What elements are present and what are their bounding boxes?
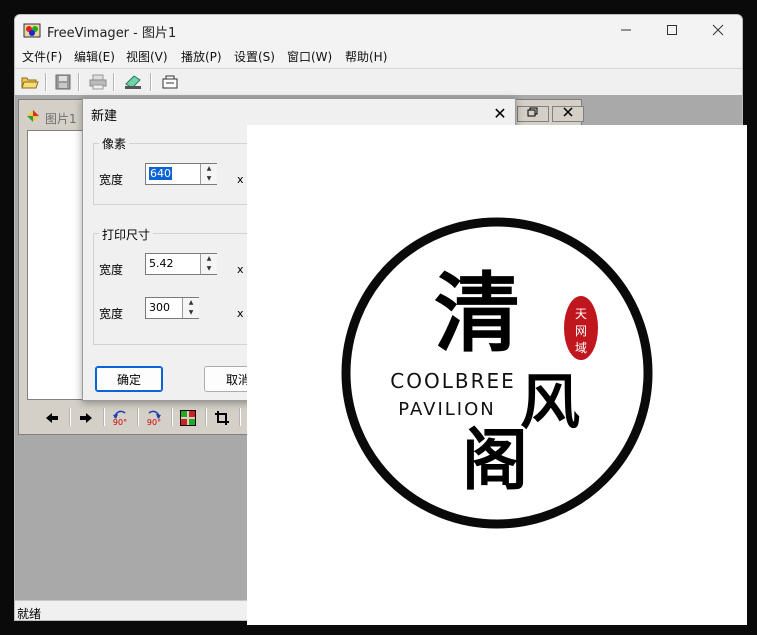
times-sign: x (237, 263, 244, 276)
spin-up-icon[interactable]: ▲ (183, 298, 199, 308)
logo-circle: 清 风 阁 COOLBREE PAVILION 天 网 域 (341, 217, 653, 529)
close-button[interactable] (695, 15, 741, 45)
overlay-logo-image: 清 风 阁 COOLBREE PAVILION 天 网 域 (247, 125, 747, 625)
child-restore-button[interactable] (517, 106, 549, 122)
toolbar-separator (171, 408, 173, 426)
previous-arrow-icon[interactable] (41, 407, 63, 429)
menu-bar: 文件(F) 编辑(E) 视图(V) 播放(P) 设置(S) 窗口(W) 帮助(H… (15, 45, 742, 67)
crop-icon[interactable] (211, 407, 233, 429)
logo-text-line1: COOLBREE (390, 369, 515, 393)
print-width-label: 宽度 (99, 263, 124, 277)
print-width-input[interactable]: 5.42 (149, 257, 174, 270)
minimize-button[interactable] (603, 15, 649, 45)
dialog-close-icon[interactable]: ✕ (488, 101, 512, 125)
image-toolbar: 90° 90° (27, 404, 267, 432)
print-width-spin-buttons[interactable]: ▲ ▼ (200, 254, 217, 274)
restore-icon (527, 107, 538, 117)
toolbar-separator (113, 73, 115, 91)
print-width-spinner[interactable]: 5.42 ▲ ▼ (145, 253, 217, 275)
spin-down-icon[interactable]: ▼ (183, 308, 199, 318)
spin-down-icon[interactable]: ▼ (201, 264, 217, 274)
dpi-spin-buttons[interactable]: ▲ ▼ (182, 298, 199, 318)
image-doc-icon (25, 108, 41, 124)
maximize-button[interactable] (649, 15, 695, 45)
menu-settings[interactable]: 设置(S) (234, 48, 275, 65)
logo-text-line2: PAVILION (398, 399, 495, 420)
scan-icon[interactable] (123, 72, 143, 92)
toolbar-separator (103, 408, 105, 426)
logo-char-qing: 清 (434, 263, 520, 364)
rotate-cw-button[interactable]: 90° (143, 407, 165, 429)
minimize-icon (621, 29, 631, 31)
close-icon (563, 107, 573, 117)
times-sign: x (237, 173, 244, 186)
dpi-spinner[interactable]: 300 ▲ ▼ (145, 297, 199, 319)
dpi-label: 宽度 (99, 307, 124, 321)
spin-up-icon[interactable]: ▲ (201, 164, 217, 174)
logo-char-ge: 阁 (462, 421, 528, 499)
pixel-width-label: 宽度 (99, 173, 124, 187)
open-icon[interactable] (20, 72, 40, 92)
color-adjust-icon[interactable] (177, 407, 199, 429)
spin-up-icon[interactable]: ▲ (201, 254, 217, 264)
menu-edit[interactable]: 编辑(E) (74, 48, 115, 65)
seal-char-3: 域 (575, 341, 587, 355)
seal-char-1: 天 (575, 307, 587, 321)
menu-play[interactable]: 播放(P) (181, 48, 222, 65)
capture-icon[interactable] (160, 72, 180, 92)
toolbar-separator (137, 408, 139, 426)
print-group-title: 打印尺寸 (99, 226, 154, 243)
dialog-title-bar: 新建 ✕ (83, 99, 515, 127)
red-seal: 天 网 域 (564, 296, 598, 360)
next-arrow-icon[interactable] (75, 407, 97, 429)
pixel-group-title: 像素 (99, 135, 130, 152)
pixel-width-spinner[interactable]: 640 ▲ ▼ (145, 163, 217, 185)
logo-char-feng: 风 (520, 368, 580, 438)
menu-view[interactable]: 视图(V) (126, 48, 168, 65)
times-sign: x (237, 307, 244, 320)
status-text: 就绪 (17, 607, 42, 621)
child-window-title: 图片1 (45, 112, 77, 126)
spin-down-icon[interactable]: ▼ (201, 174, 217, 184)
title-bar: FreeVimager - 图片1 (15, 15, 742, 45)
maximize-icon (667, 25, 677, 35)
save-icon[interactable] (53, 72, 73, 92)
toolbar-separator (205, 408, 207, 426)
toolbar-separator (150, 73, 152, 91)
dialog-title: 新建 (91, 109, 118, 124)
dpi-input[interactable]: 300 (149, 301, 170, 314)
menu-file[interactable]: 文件(F) (22, 48, 62, 65)
toolbar-separator (78, 73, 80, 91)
close-icon (712, 24, 724, 36)
menu-help[interactable]: 帮助(H) (345, 48, 387, 65)
seal-char-2: 网 (575, 324, 587, 338)
pixel-width-spin-buttons[interactable]: ▲ ▼ (200, 164, 217, 184)
menu-window[interactable]: 窗口(W) (287, 48, 332, 65)
print-icon[interactable] (88, 72, 108, 92)
rotate-ccw-button[interactable]: 90° (109, 407, 131, 429)
pixel-width-input[interactable]: 640 (149, 167, 172, 180)
child-close-button[interactable] (552, 106, 584, 122)
toolbar-separator (45, 73, 47, 91)
toolbar-separator (239, 408, 241, 426)
app-logo-icon (23, 21, 41, 39)
toolbar-separator (69, 408, 71, 426)
rotate-ccw-label: 90° (112, 418, 128, 427)
ok-button[interactable]: 确定 (95, 366, 163, 392)
window-title: FreeVimager - 图片1 (47, 26, 177, 41)
rotate-cw-label: 90° (146, 418, 162, 427)
main-toolbar (15, 68, 742, 96)
